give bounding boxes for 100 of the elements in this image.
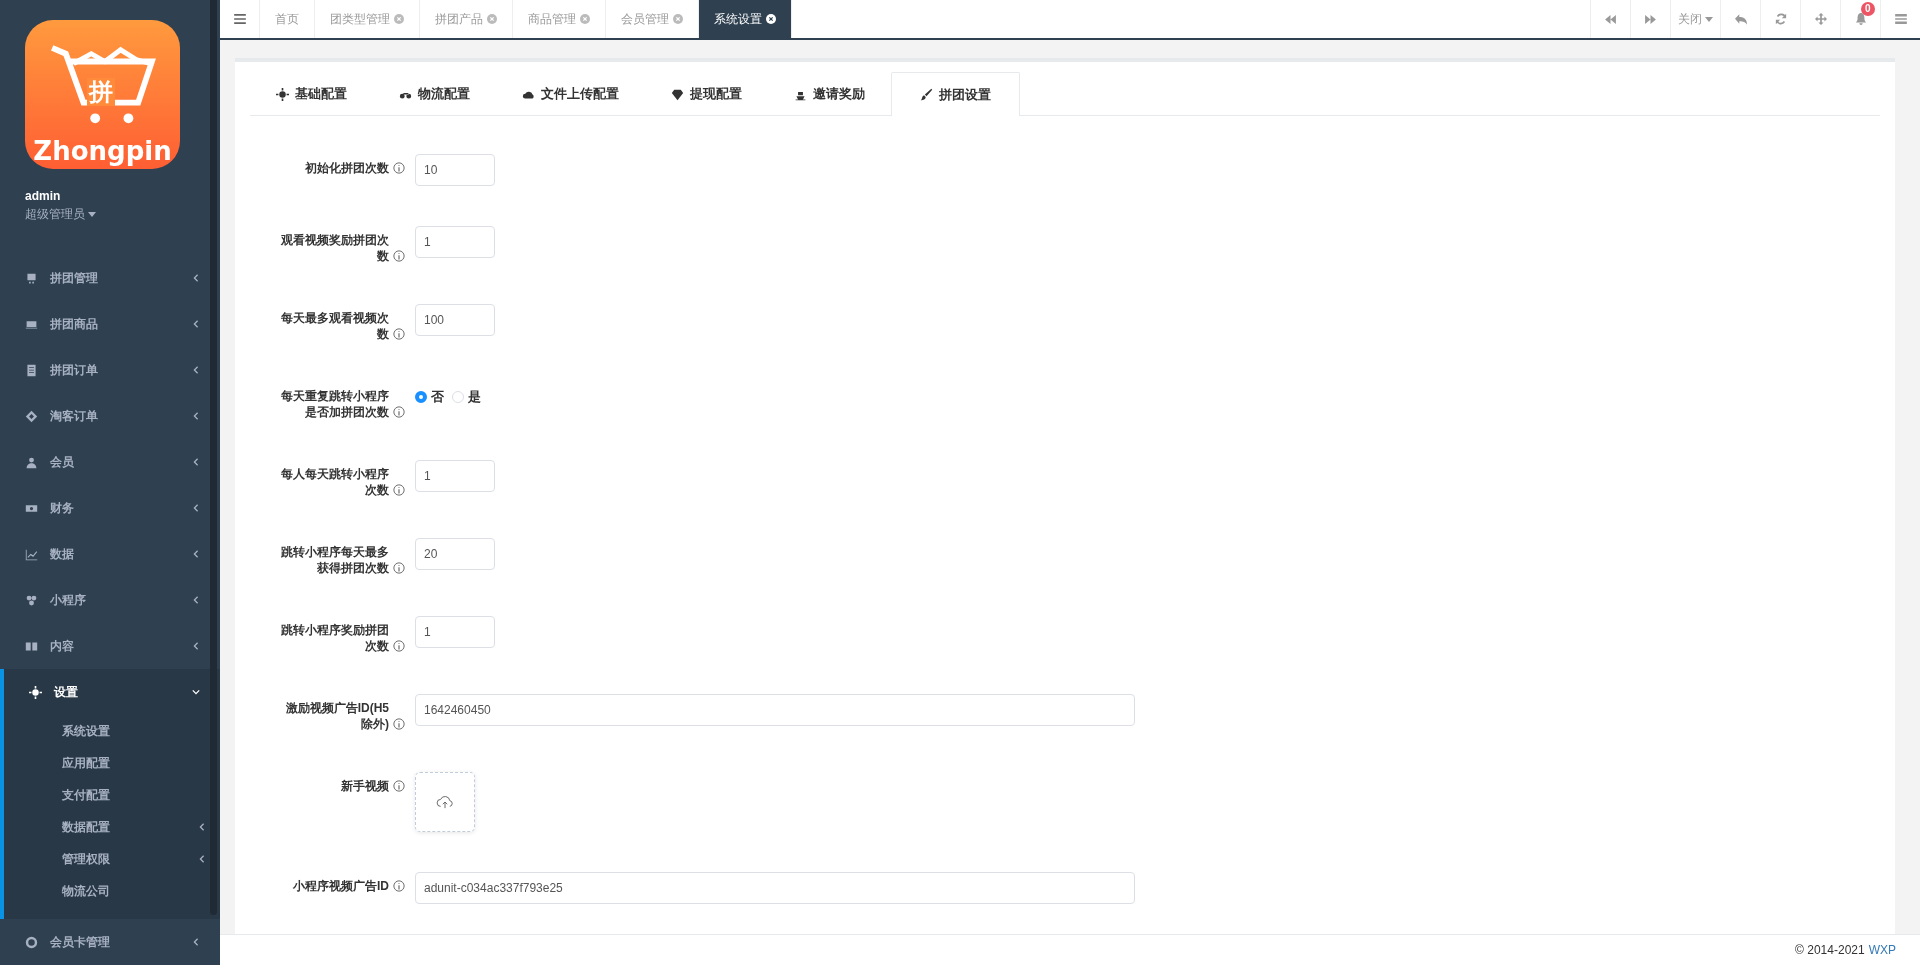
menu-item-icon xyxy=(25,935,38,949)
chevron-icon xyxy=(192,320,200,328)
chevron-icon xyxy=(192,938,200,946)
sidebar-item[interactable]: 小程序 xyxy=(0,577,220,623)
field-label: 跳转小程序每天最多获得拼团次数 xyxy=(280,544,389,576)
chevron-icon xyxy=(192,504,200,512)
caret-icon xyxy=(88,211,96,217)
radio-option[interactable]: 否 xyxy=(415,388,444,406)
sidebar-item[interactable]: 数据 xyxy=(0,531,220,577)
info-icon[interactable] xyxy=(393,562,405,574)
field-label: 每人每天跳转小程序次数 xyxy=(280,466,389,498)
chevron-icon xyxy=(192,412,200,420)
menu-item-icon xyxy=(25,547,38,561)
reply-icon xyxy=(1734,13,1747,25)
user-name: admin xyxy=(25,188,61,203)
sidebar-item[interactable]: 内容 xyxy=(0,623,220,669)
submenu-item[interactable]: 支付配置 xyxy=(4,779,220,811)
input-field[interactable]: 20 xyxy=(415,538,495,570)
info-icon[interactable] xyxy=(393,640,405,652)
info-icon[interactable] xyxy=(393,780,405,792)
input-field[interactable]: 1 xyxy=(415,226,495,258)
upload-box[interactable] xyxy=(415,772,475,832)
info-icon[interactable] xyxy=(393,328,405,340)
page-tab[interactable]: 商品管理 xyxy=(513,0,606,38)
field-label: 新手视频 xyxy=(340,778,389,794)
info-icon[interactable] xyxy=(393,880,405,892)
notification-badge: 0 xyxy=(1861,2,1875,16)
sidebar-item[interactable]: 会员卡管理 xyxy=(0,919,220,965)
sidebar-item[interactable]: 拼团管理 xyxy=(0,255,220,301)
sidebar-item[interactable]: 设置 xyxy=(4,669,220,715)
info-icon[interactable] xyxy=(393,484,405,496)
tab-icon xyxy=(671,87,684,101)
input-field[interactable]: 10 xyxy=(415,154,495,186)
menu-item-icon xyxy=(25,593,38,607)
info-icon[interactable] xyxy=(393,406,405,418)
field-label: 激励视频广告ID(H5除外) xyxy=(284,700,389,732)
footer-link[interactable]: WXP xyxy=(1868,943,1896,957)
page-tab[interactable]: 团类型管理 xyxy=(315,0,420,38)
radio-option[interactable]: 是 xyxy=(452,388,481,406)
copyright-text: © 2014-2021 xyxy=(1795,943,1865,957)
input-field[interactable]: adunit-c034ac337f793e25 xyxy=(415,872,1135,904)
info-icon[interactable] xyxy=(393,718,405,730)
menu-item-icon xyxy=(25,639,38,653)
input-field[interactable]: 1642460450 xyxy=(415,694,1135,726)
chevron-icon xyxy=(192,596,200,604)
tab-icon xyxy=(276,87,289,101)
cloud-upload-icon xyxy=(436,795,454,809)
submenu-item[interactable]: 数据配置 xyxy=(4,811,220,843)
caret-icon xyxy=(1705,16,1713,22)
refresh-icon xyxy=(1774,13,1787,25)
menu-item-icon xyxy=(29,685,42,699)
page-tab[interactable]: 系统设置 xyxy=(699,0,792,38)
input-field[interactable]: 1 xyxy=(415,460,495,492)
menu-item-icon xyxy=(25,409,38,423)
chevron-icon xyxy=(192,688,200,696)
submenu-item[interactable]: 系统设置 xyxy=(4,715,220,747)
settings-tab[interactable]: 提现配置 xyxy=(645,72,768,115)
settings-tab[interactable]: 物流配置 xyxy=(373,72,496,115)
field-label: 每天最多观看视频次数 xyxy=(280,310,389,342)
close-icon[interactable] xyxy=(766,14,776,24)
input-field[interactable]: 100 xyxy=(415,304,495,336)
menu-item-icon xyxy=(25,455,38,469)
chevron-icon xyxy=(192,458,200,466)
field-label: 观看视频奖励拼团次数 xyxy=(280,232,389,264)
sidebar-item[interactable]: 拼团商品 xyxy=(0,301,220,347)
sidebar-item[interactable]: 拼团订单 xyxy=(0,347,220,393)
info-icon[interactable] xyxy=(393,162,405,174)
submenu-item[interactable]: 物流公司 xyxy=(4,875,220,907)
page-tab[interactable]: 拼团产品 xyxy=(420,0,513,38)
chevron-icon xyxy=(192,550,200,558)
tab-icon xyxy=(920,88,933,101)
field-label: 初始化拼团次数 xyxy=(304,160,389,176)
sidebar-item[interactable]: 会员 xyxy=(0,439,220,485)
double-left-icon xyxy=(1605,14,1616,24)
submenu-item[interactable]: 管理权限 xyxy=(4,843,220,875)
scrollbar[interactable] xyxy=(210,0,217,915)
menu-item-icon xyxy=(25,363,38,377)
info-icon[interactable] xyxy=(393,250,405,262)
field-label: 小程序视频广告ID xyxy=(292,878,389,894)
settings-tab[interactable]: 拼团设置 xyxy=(891,72,1020,116)
settings-tab[interactable]: 邀请奖励 xyxy=(768,72,891,115)
sidebar-item[interactable]: 财务 xyxy=(0,485,220,531)
logo-wordmark: Zhongpin xyxy=(33,136,172,166)
input-field[interactable]: 1 xyxy=(415,616,495,648)
settings-tab[interactable]: 基础配置 xyxy=(250,72,373,115)
submenu-item[interactable]: 应用配置 xyxy=(4,747,220,779)
sidebar-item[interactable]: 淘客订单 xyxy=(0,393,220,439)
chevron-icon xyxy=(192,642,200,650)
settings-tab[interactable]: 文件上传配置 xyxy=(496,72,645,115)
move-icon xyxy=(1814,13,1827,25)
bell-icon xyxy=(1854,13,1867,25)
chevron-icon xyxy=(198,855,206,863)
chevron-icon xyxy=(192,274,200,282)
radio-button[interactable] xyxy=(415,391,427,403)
field-label: 每天重复跳转小程序是否加拼团次数 xyxy=(280,388,389,420)
menu-item-icon xyxy=(25,271,38,285)
user-role-dropdown[interactable]: 超级管理员 xyxy=(25,205,96,223)
list-icon xyxy=(1894,14,1907,24)
page-tab[interactable]: 首页 xyxy=(260,0,315,38)
logo-character: 拼 xyxy=(87,78,115,106)
